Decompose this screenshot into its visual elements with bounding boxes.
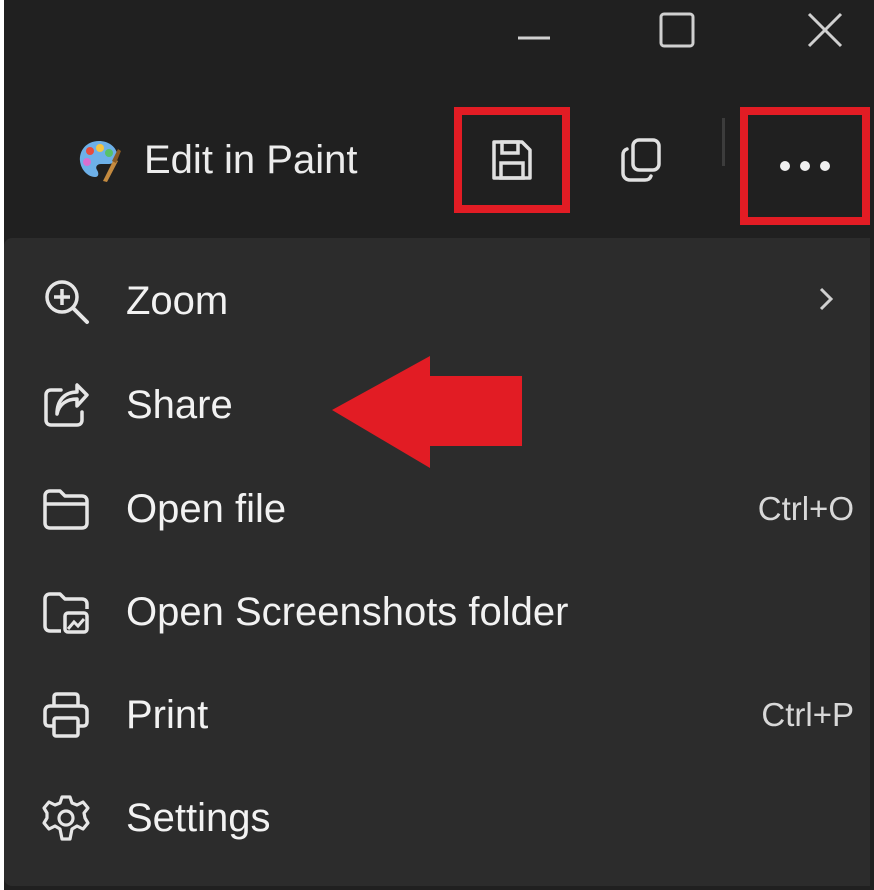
annotation-arrow [332, 356, 522, 468]
maximize-button[interactable] [632, 0, 722, 60]
menu-item-open-file[interactable]: Open file Ctrl+O [4, 464, 870, 554]
maximize-icon [659, 12, 695, 48]
minimize-button[interactable] [489, 0, 579, 60]
menu-item-zoom[interactable]: Zoom [4, 256, 870, 346]
screenshots-folder-icon [38, 584, 94, 640]
toolbar: Edit in Paint [4, 80, 874, 230]
menu-item-label: Open file [126, 486, 287, 531]
menu-item-label: Print [126, 692, 209, 737]
menu-item-label: Open Screenshots folder [126, 589, 569, 634]
minimize-icon [518, 36, 550, 40]
zoom-in-icon [38, 273, 94, 329]
menu-item-print[interactable]: Print Ctrl+P [4, 670, 870, 760]
close-icon [807, 12, 843, 48]
printer-icon [38, 687, 94, 743]
paint-palette-icon [79, 141, 121, 182]
close-button[interactable] [780, 0, 870, 60]
folder-icon [38, 481, 94, 537]
copy-icon [621, 138, 661, 182]
menu-item-shortcut: Ctrl+P [761, 696, 854, 733]
more-options-menu: Zoom Share Open file Ctrl+O Open Screens… [4, 238, 870, 886]
toolbar-divider [722, 118, 725, 166]
edit-in-paint-label: Edit in Paint [144, 137, 358, 182]
chevron-right-icon [816, 285, 836, 318]
copy-button[interactable] [604, 130, 680, 190]
share-icon [38, 377, 94, 433]
menu-item-label: Settings [126, 795, 271, 840]
menu-item-shortcut: Ctrl+O [757, 490, 854, 527]
menu-item-label: Zoom [126, 278, 229, 323]
more-options-highlight [740, 107, 870, 225]
edit-in-paint-button[interactable]: Edit in Paint [76, 130, 357, 190]
menu-item-settings[interactable]: Settings [4, 773, 870, 863]
menu-item-open-screenshots-folder[interactable]: Open Screenshots folder [4, 567, 870, 657]
gear-icon [38, 790, 94, 846]
menu-item-label: Share [126, 382, 233, 427]
save-button-highlight [454, 107, 570, 213]
